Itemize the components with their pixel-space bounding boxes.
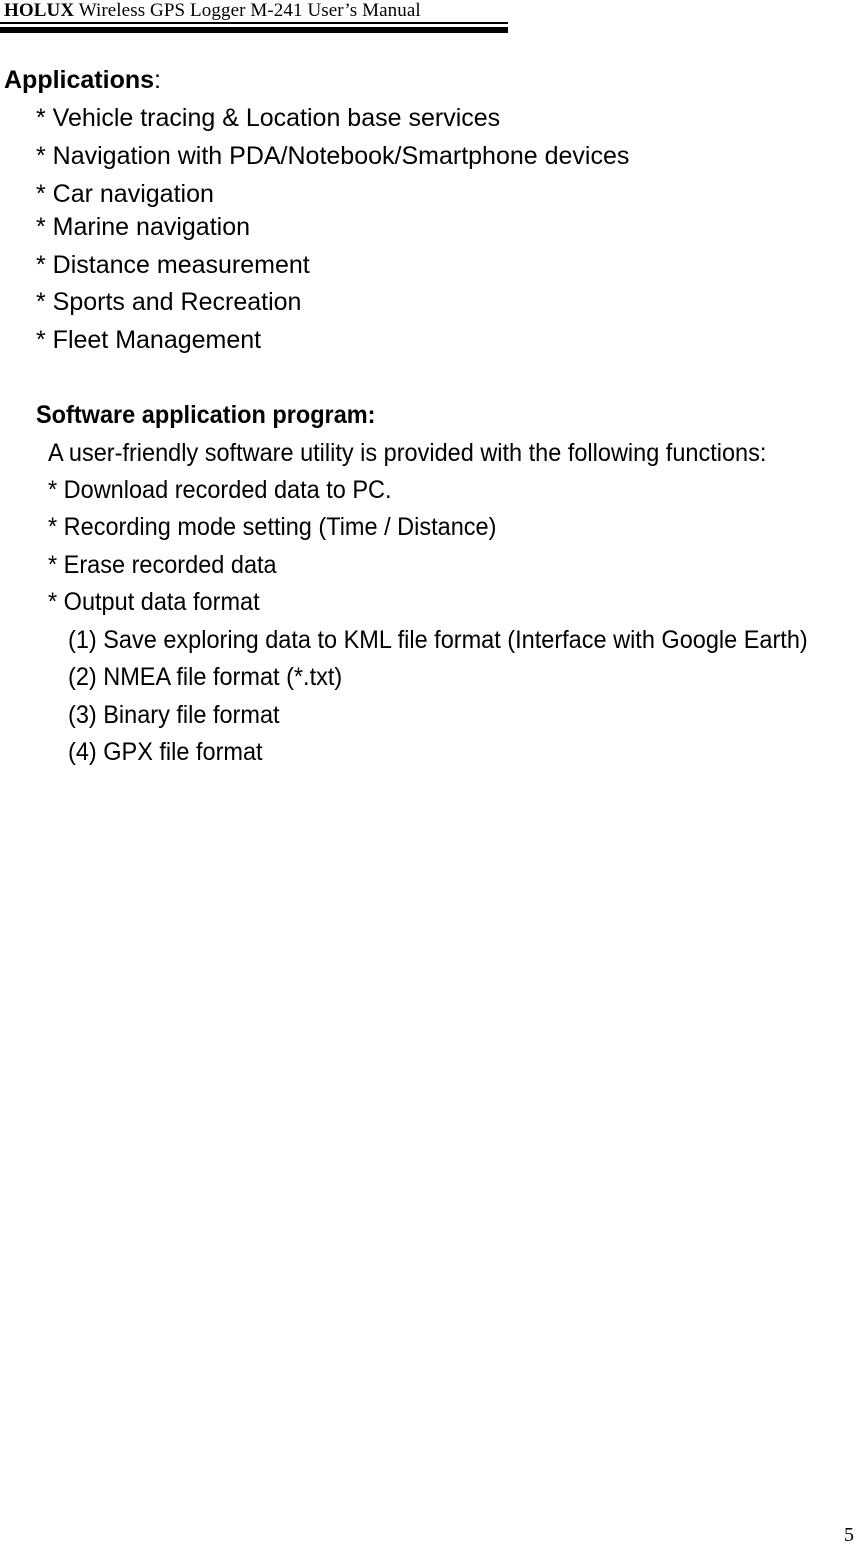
applications-heading: Applications: xyxy=(4,66,161,95)
header-title-rest: Wireless GPS Logger M-241 User’s Manual xyxy=(74,0,421,21)
output-format-nmea: (2) NMEA file format (*.txt) xyxy=(68,663,343,691)
software-heading: Software application program: xyxy=(36,401,376,429)
header-rule-thin xyxy=(0,22,508,24)
software-item-output-format: * Output data format xyxy=(48,588,260,616)
header-rule-thick xyxy=(0,27,508,33)
output-format-binary: (3) Binary file format xyxy=(68,701,280,729)
output-format-kml: (1) Save exploring data to KML file form… xyxy=(68,626,808,654)
applications-heading-colon: : xyxy=(154,66,161,94)
header-brand: HOLUX xyxy=(4,0,75,21)
application-item-navigation-devices: * Navigation with PDA/Notebook/Smartphon… xyxy=(36,142,630,170)
page-number: 5 xyxy=(844,1524,854,1546)
application-item-sports-recreation: * Sports and Recreation xyxy=(36,288,302,316)
application-item-car-navigation: * Car navigation xyxy=(36,180,214,208)
application-item-vehicle-tracing: * Vehicle tracing & Location base servic… xyxy=(36,104,501,132)
page-header: HOLUX Wireless GPS Logger M-241 User’s M… xyxy=(0,0,863,42)
applications-heading-text: Applications xyxy=(4,66,155,94)
software-intro-text: A user-friendly software utility is prov… xyxy=(48,439,767,467)
software-item-download-data: * Download recorded data to PC. xyxy=(48,476,392,504)
application-item-distance-measurement: * Distance measurement xyxy=(36,251,310,279)
application-item-fleet-management: * Fleet Management xyxy=(36,326,262,354)
software-item-erase-data: * Erase recorded data xyxy=(48,551,277,579)
software-item-recording-mode: * Recording mode setting (Time / Distanc… xyxy=(48,513,497,541)
output-format-gpx: (4) GPX file format xyxy=(68,738,263,766)
header-title: HOLUX Wireless GPS Logger M-241 User’s M… xyxy=(4,0,421,22)
application-item-marine-navigation: * Marine navigation xyxy=(36,213,251,241)
header-divider-rule xyxy=(0,22,508,34)
